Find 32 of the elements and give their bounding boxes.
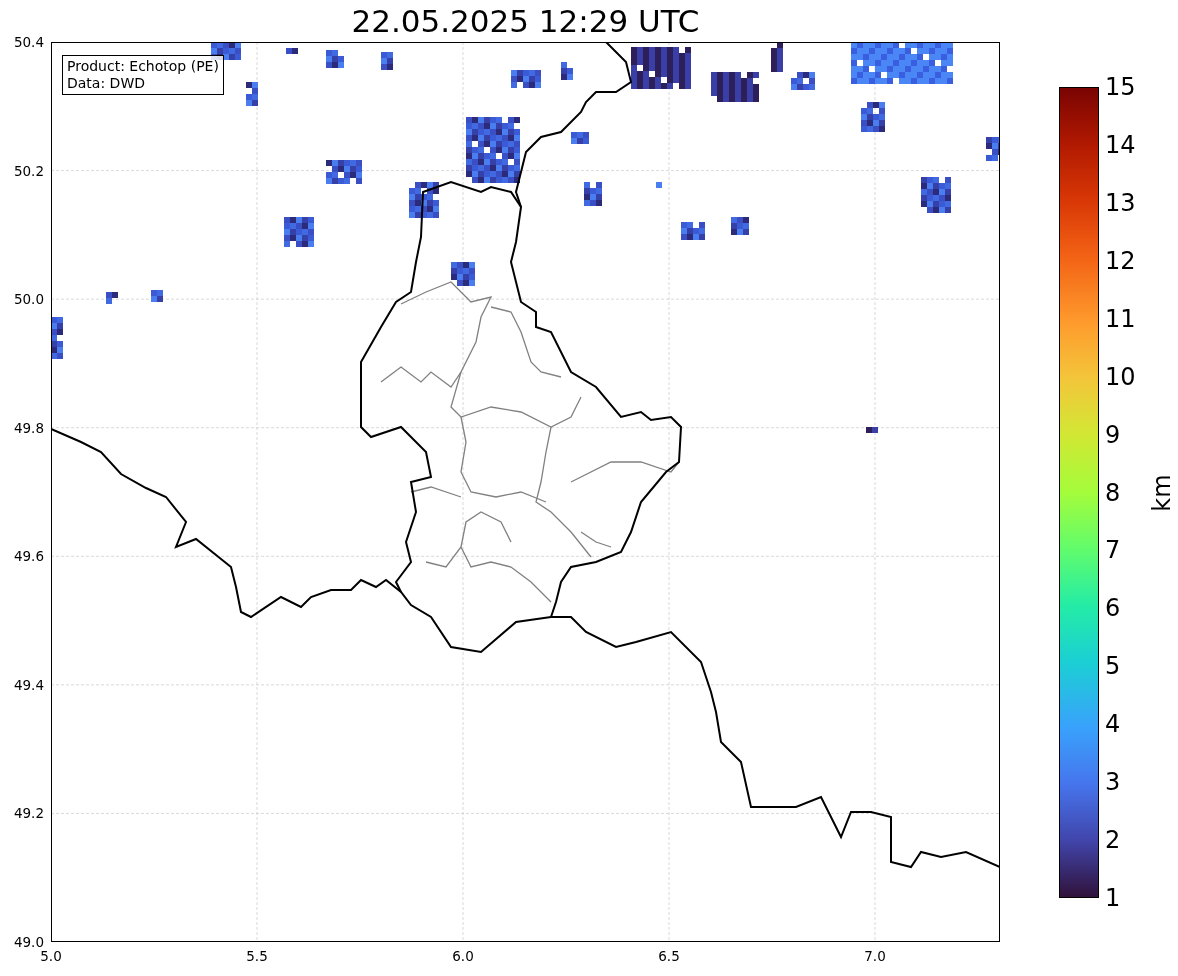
y-tick-label: 49.6 [13,548,44,565]
colorbar-tick-label: 3 [1105,769,1121,796]
colorbar-tick-label: 5 [1105,653,1121,680]
y-tick-label: 50.2 [13,162,44,179]
colorbar-label: km [1147,473,1176,512]
y-tick-label: 49.8 [13,419,44,436]
colorbar-tick-label: 15 [1105,74,1136,100]
y-tick-label: 50.4 [13,34,44,50]
colorbar-tick-label: 11 [1105,305,1136,332]
colorbar-tick-label: 4 [1105,711,1121,738]
y-tick-label: 50.0 [13,291,44,308]
colorbar-tick-label: 8 [1105,479,1121,506]
colorbar-tick-label: 14 [1105,131,1136,158]
colorbar-tick-label: 1 [1105,885,1121,911]
chart-title: 22.05.2025 12:29 UTC [350,2,701,41]
x-tick-label: 6.5 [658,948,680,964]
y-tick-label: 49.0 [13,934,44,950]
x-tick-label: 7.0 [864,948,886,964]
x-tick-label: 5.5 [246,948,268,964]
colorbar-tick-label: 13 [1105,189,1136,216]
y-tick-label: 49.2 [13,805,44,822]
colorbar-tick-label: 2 [1105,827,1121,854]
y-tick-label: 49.4 [13,676,44,693]
x-tick-label: 5.0 [40,948,62,964]
colorbar-tick-label: 12 [1105,247,1136,274]
x-tick-label: 6.0 [452,948,474,964]
colorbar-tick-label: 9 [1105,421,1121,448]
colorbar-tick-label: 6 [1105,595,1121,622]
legend-text: Product: Echotop (PE) [67,58,219,75]
legend-text: Data: DWD [67,75,146,92]
colorbar-tick-label: 10 [1105,363,1136,390]
colorbar-tick-label: 7 [1105,537,1121,564]
